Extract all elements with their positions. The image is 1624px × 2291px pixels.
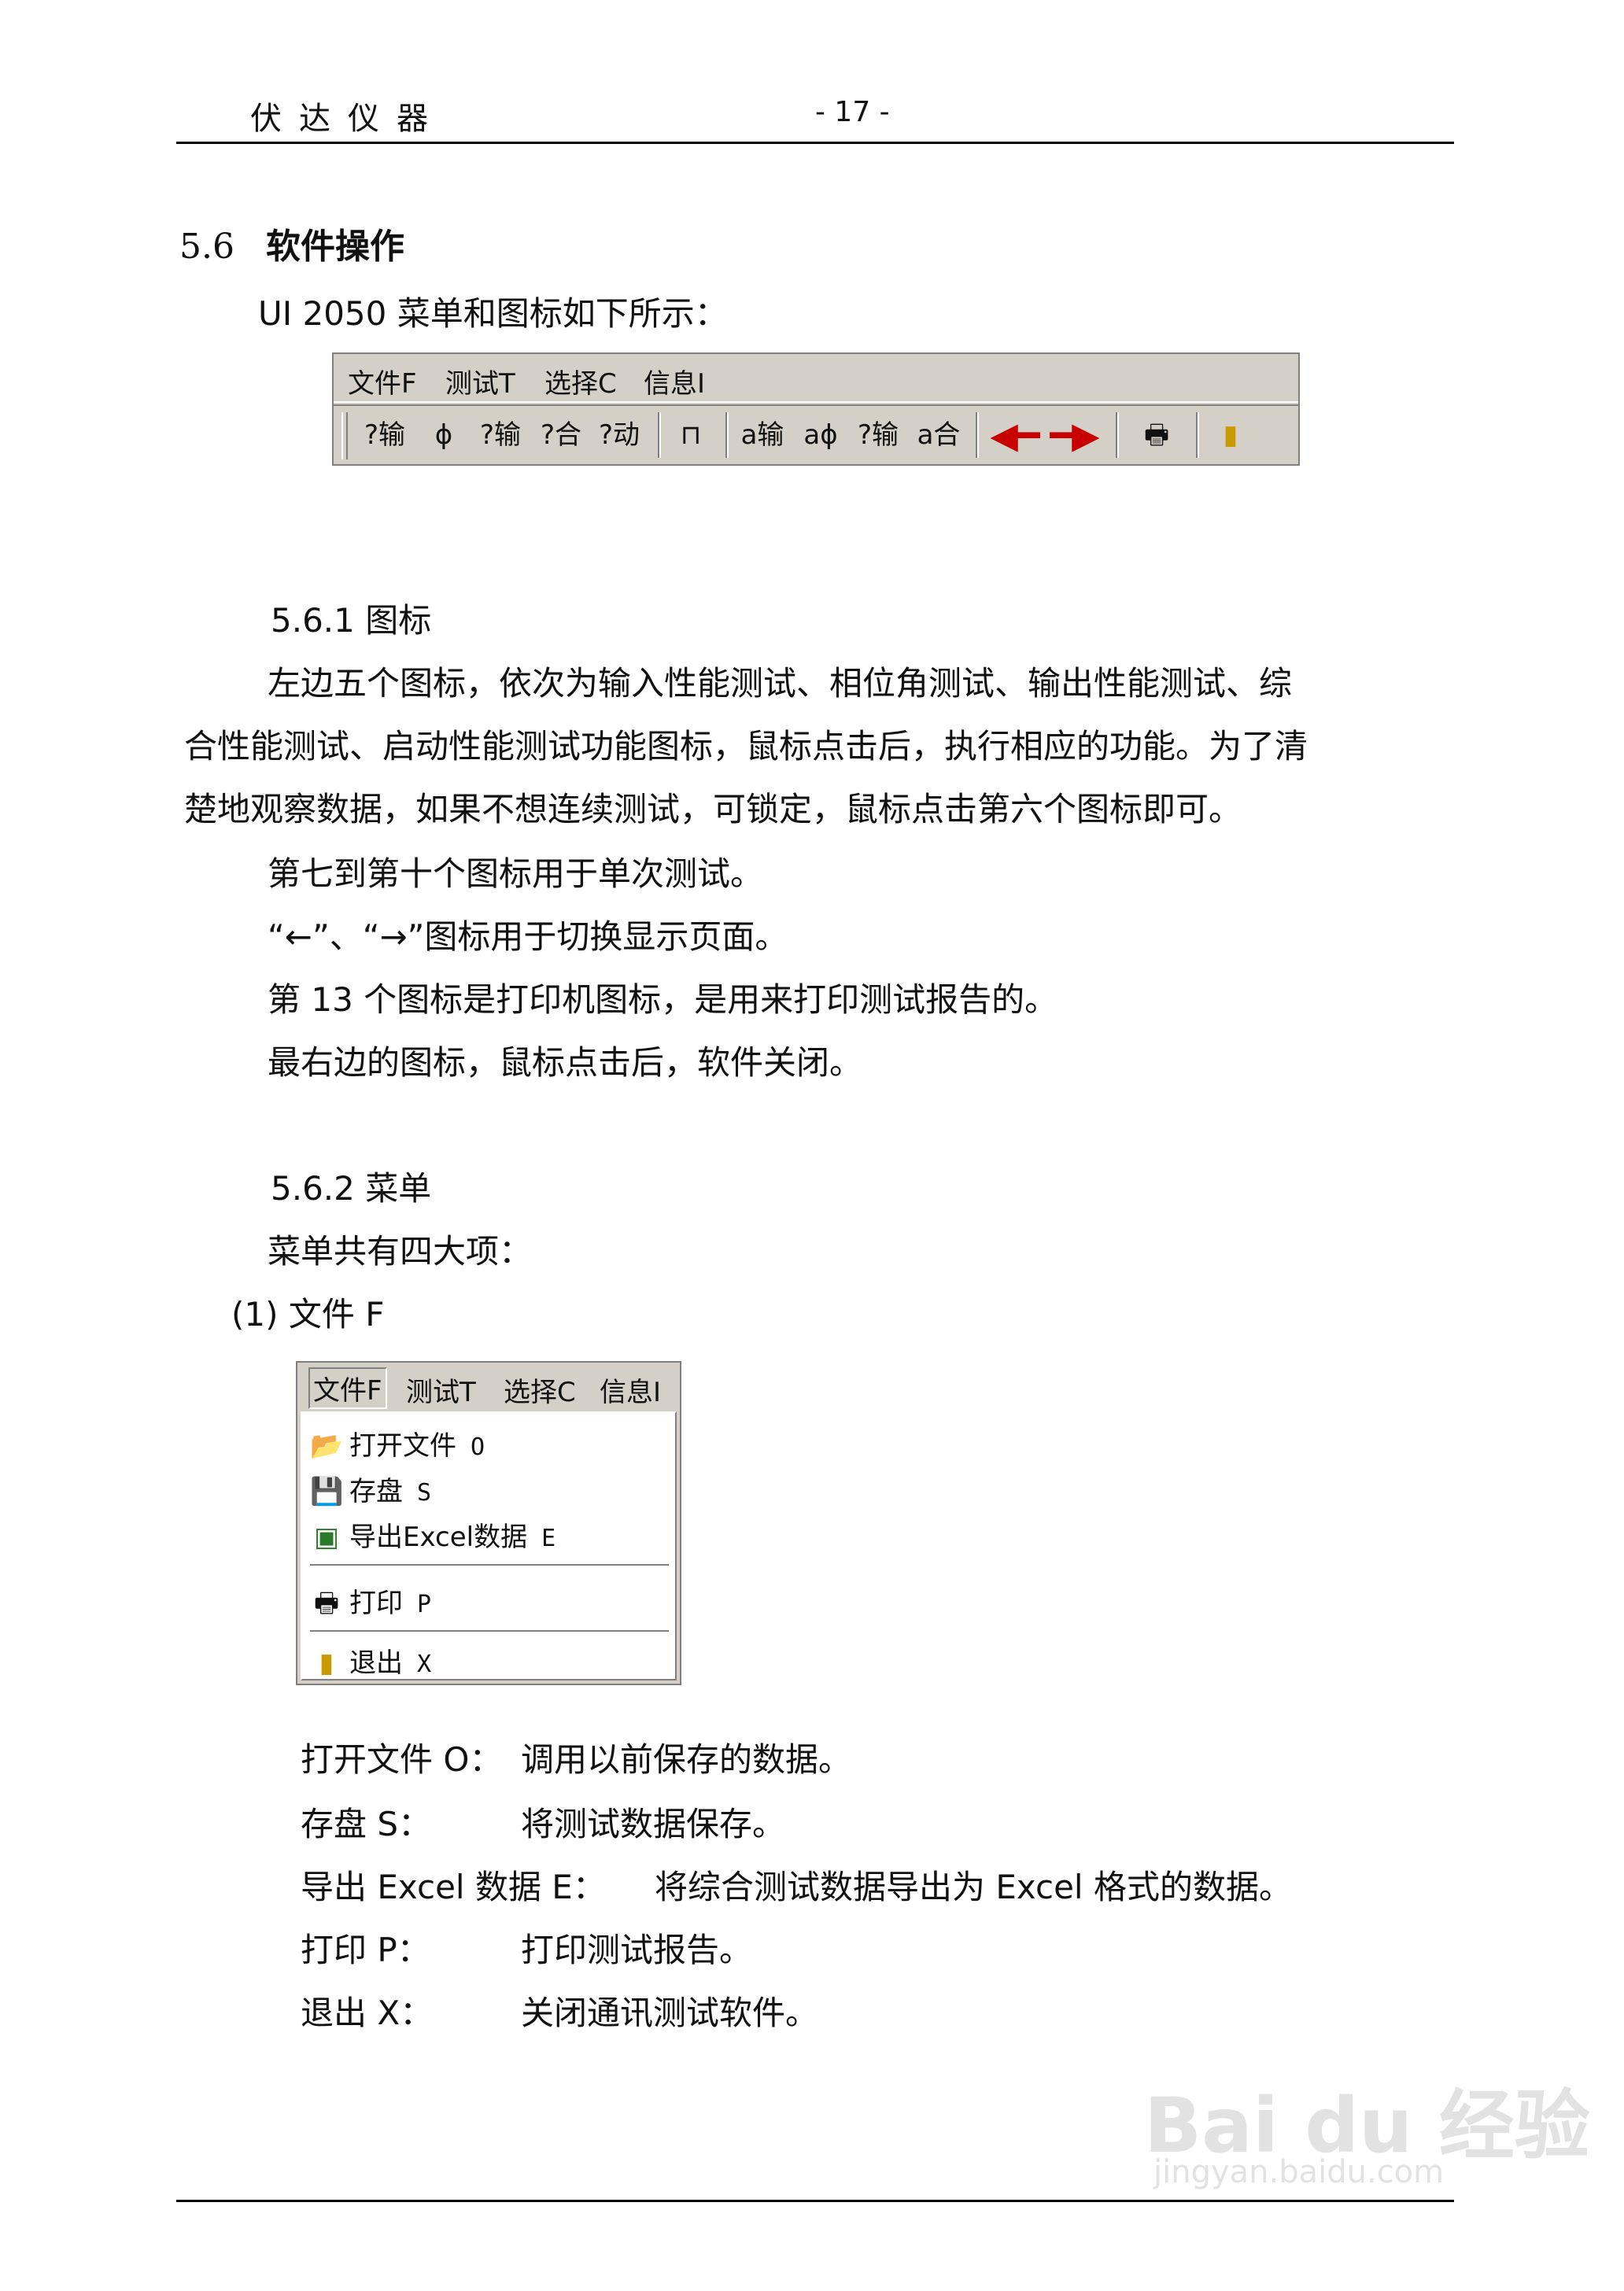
menu-item-label: 打开文件 [349, 1430, 456, 1462]
description-text: 调用以前保存的数据。 [521, 1740, 852, 1779]
menu-file[interactable]: 文件F [308, 1367, 387, 1409]
phase-angle-test-icon[interactable]: ɸ [420, 411, 467, 459]
menu-item-label: 导出Excel数据 [349, 1522, 528, 1553]
menu-item-export-excel[interactable]: ▣ 导出Excel数据 E [302, 1515, 555, 1554]
paragraph-line: 第 13 个图标是打印机图标，是用来打印测试报告的。 [268, 980, 1058, 1019]
single-input-test-icon[interactable]: a输 [735, 411, 790, 459]
dropdown-panel: 📂 打开文件 O 💾 存盘 S ▣ 导出Excel数据 E 🖶 打印 P ▮ 退出 X [301, 1411, 677, 1680]
subsection-heading-menu: 5.6.2 菜单 [271, 1169, 432, 1208]
menu-separator [310, 1564, 669, 1567]
menu-file[interactable]: 文件F [348, 362, 417, 400]
section-heading: 5.6 软件操作 [179, 230, 404, 264]
combined-test-icon[interactable]: ?合 [535, 411, 587, 459]
menu-item-shortcut: O [471, 1433, 485, 1461]
toolbar-grip [341, 412, 348, 459]
description-term: 退出 X： [301, 1994, 434, 2032]
lock-icon[interactable]: ⊓ [667, 411, 714, 459]
exit-door-icon[interactable]: ▮ [1207, 411, 1254, 459]
menu-item-shortcut: S [417, 1479, 432, 1507]
paragraph-line: 第七到第十个图标用于单次测试。 [268, 854, 764, 893]
section-title: 软件操作 [265, 227, 404, 267]
printer-icon[interactable]: 🖶 [1128, 411, 1185, 459]
toolbar-separator [976, 412, 979, 458]
description-text: 将测试数据保存。 [521, 1805, 786, 1843]
paragraph-line: 合性能测试、启动性能测试功能图标，鼠标点击后，执行相应的功能。为了清 [184, 727, 1308, 766]
toolbar-screenshot: 文件F 测试T 选择C 信息I ?输 ɸ ?输 ?合 ?动 ⊓ a输 aɸ ?输… [332, 352, 1300, 466]
menu-item-save[interactable]: 💾 存盘 S [302, 1470, 431, 1508]
paragraph-line: “←”、“→”图标用于切换显示页面。 [268, 917, 788, 956]
printer-icon: 🖶 [313, 1588, 340, 1619]
menu-separator [310, 1630, 669, 1633]
menu-info[interactable]: 信息I [644, 362, 705, 400]
menu-item-label: 退出 [349, 1647, 403, 1679]
floppy-disk-icon: 💾 [310, 1476, 344, 1507]
menu-test[interactable]: 测试T [406, 1371, 476, 1409]
open-folder-icon: 📂 [310, 1430, 344, 1462]
toolbar-menubar: 文件F 测试T 选择C 信息I [334, 354, 1298, 403]
subsection-heading-icons: 5.6.1 图标 [271, 601, 432, 640]
paragraph-line: 楚地观察数据，如果不想连续测试，可锁定，鼠标点击第六个图标即可。 [184, 790, 1242, 828]
toolbar-separator [1116, 412, 1119, 458]
watermark-url: jingyan.baidu.com [1153, 2154, 1445, 2190]
toolbar-separator [725, 412, 729, 458]
single-phase-test-icon[interactable]: aɸ [796, 411, 845, 459]
description-text: 将综合测试数据导出为 Excel 格式的数据。 [655, 1868, 1292, 1906]
header-company: 伏达仪器 [250, 101, 445, 137]
toolbar-icons: ?输 ɸ ?输 ?合 ?动 ⊓ a输 aɸ ?输 a合 ◀━ ━▶ 🖶 ▮ [334, 404, 1298, 466]
paragraph-line: 最右边的图标，鼠标点击后，软件关闭。 [268, 1043, 863, 1082]
header-rule [176, 142, 1454, 144]
toolbar-separator [1196, 412, 1199, 458]
toolbar-separator [658, 412, 661, 458]
description-term: 导出 Excel 数据 E： [301, 1868, 606, 1906]
section-intro: UI 2050 菜单和图标如下所示： [258, 294, 728, 333]
section-number: 5.6 [179, 227, 234, 267]
menu-item-shortcut: P [417, 1591, 432, 1618]
menu-select[interactable]: 选择C [504, 1371, 576, 1409]
description-text: 打印测试报告。 [521, 1931, 753, 1969]
arrow-right-icon[interactable]: ━▶ [1046, 411, 1103, 459]
exit-door-icon: ▮ [319, 1647, 334, 1679]
list-item-file: (1) 文件 F [231, 1295, 385, 1334]
menu-select[interactable]: 选择C [544, 362, 617, 400]
menu-item-shortcut: E [541, 1525, 556, 1552]
menu-item-print[interactable]: 🖶 打印 P [302, 1581, 431, 1629]
menu-item-label: 存盘 [349, 1476, 403, 1507]
menu-item-exit[interactable]: ▮ 退出 X [302, 1641, 431, 1680]
single-output-test-icon[interactable]: ?输 [850, 411, 906, 459]
menu-item-shortcut: X [417, 1651, 432, 1678]
menu-info[interactable]: 信息I [600, 1371, 661, 1409]
startup-test-icon[interactable]: ?动 [593, 411, 645, 459]
page-number: - 17 - [815, 96, 890, 128]
description-term: 打开文件 O： [301, 1740, 503, 1779]
file-menu-screenshot: 文件F 测试T 选择C 信息I 📂 打开文件 O 💾 存盘 S ▣ 导出Excel数据 E … [296, 1361, 681, 1685]
input-test-icon[interactable]: ?输 [357, 411, 412, 459]
single-combined-test-icon[interactable]: a合 [913, 411, 965, 459]
menu-item-label: 打印 [349, 1588, 403, 1619]
footer-rule [176, 2200, 1454, 2202]
arrow-left-icon[interactable]: ◀━ [987, 411, 1043, 459]
menu-test[interactable]: 测试T [445, 362, 515, 400]
description-term: 打印 P： [301, 1931, 430, 1969]
output-test-icon[interactable]: ?输 [472, 411, 529, 459]
description-term: 存盘 S： [301, 1805, 432, 1843]
description-text: 关闭通讯测试软件。 [521, 1994, 819, 2032]
excel-export-icon: ▣ [313, 1522, 340, 1553]
paragraph-line: 左边五个图标，依次为输入性能测试、相位角测试、输出性能测试、综 [268, 664, 1293, 703]
menu-item-open[interactable]: 📂 打开文件 O [302, 1424, 485, 1463]
menu-intro: 菜单共有四大项： [268, 1232, 533, 1271]
